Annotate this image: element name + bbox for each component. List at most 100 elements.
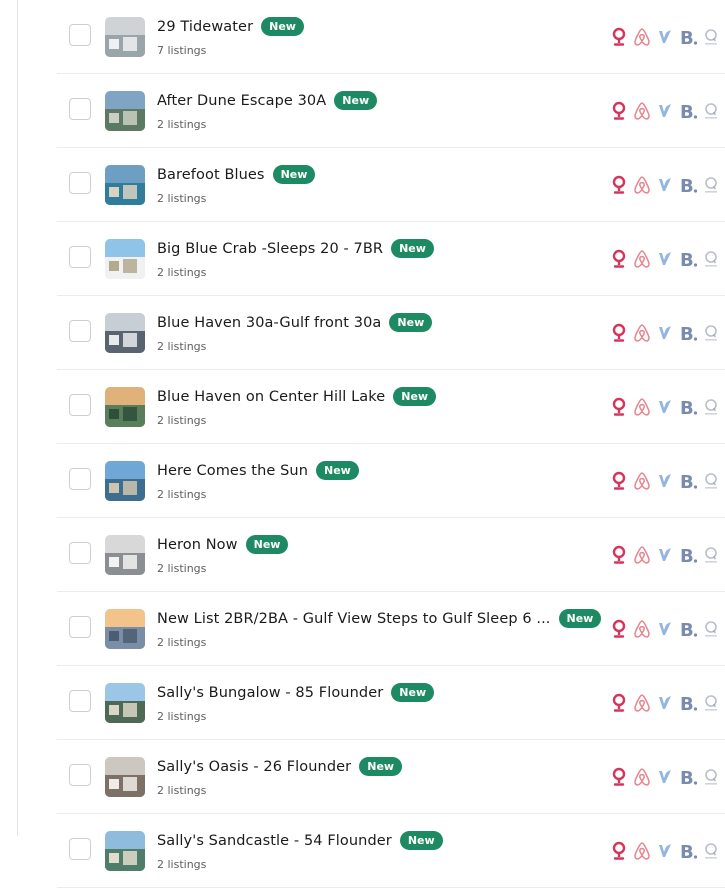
row-checkbox[interactable] xyxy=(69,246,91,268)
row-checkbox[interactable] xyxy=(69,24,91,46)
vrbo-icon xyxy=(654,470,676,492)
property-title[interactable]: Blue Haven on Center Hill Lake xyxy=(157,389,385,405)
search-channel-icon xyxy=(700,766,722,788)
airbnb-icon xyxy=(631,618,653,640)
location-pin-icon xyxy=(608,396,630,418)
new-badge: New xyxy=(391,683,435,702)
location-pin-icon xyxy=(608,248,630,270)
channel-icons: B xyxy=(608,174,723,196)
search-channel-icon xyxy=(700,100,722,122)
airbnb-icon xyxy=(631,100,653,122)
vrbo-icon xyxy=(654,248,676,270)
booking-icon: B xyxy=(677,26,699,48)
channel-icons: B xyxy=(608,470,723,492)
property-title[interactable]: Heron Now xyxy=(157,537,238,553)
vrbo-icon xyxy=(654,766,676,788)
booking-icon: B xyxy=(677,322,699,344)
vrbo-icon xyxy=(654,100,676,122)
list-item[interactable]: After Dune Escape 30A New 2 listings B xyxy=(57,74,725,148)
list-item[interactable]: Heron Now New 2 listings B xyxy=(57,518,725,592)
new-badge: New xyxy=(359,757,403,776)
booking-icon: B xyxy=(677,248,699,270)
channel-icons: B xyxy=(608,618,723,640)
booking-icon: B xyxy=(677,470,699,492)
property-title[interactable]: Sally's Sandcastle - 54 Flounder xyxy=(157,833,392,849)
property-thumbnail xyxy=(105,757,145,797)
vrbo-icon xyxy=(654,174,676,196)
row-checkbox[interactable] xyxy=(69,98,91,120)
row-checkbox[interactable] xyxy=(69,468,91,490)
list-item[interactable]: 29 Tidewater New 7 listings B xyxy=(57,0,725,74)
row-checkbox[interactable] xyxy=(69,542,91,564)
list-item[interactable]: Big Blue Crab -Sleeps 20 - 7BR New 2 listi… xyxy=(57,222,725,296)
airbnb-icon xyxy=(631,470,653,492)
list-item[interactable]: New List 2BR/2BA - Gulf View Steps to Gu… xyxy=(57,592,725,666)
airbnb-icon xyxy=(631,840,653,862)
row-checkbox[interactable] xyxy=(69,394,91,416)
property-list: 29 Tidewater New 7 listings B After Dune Es… xyxy=(57,0,725,888)
new-badge: New xyxy=(393,387,437,406)
row-checkbox[interactable] xyxy=(69,764,91,786)
property-title[interactable]: 29 Tidewater xyxy=(157,19,253,35)
property-title[interactable]: Barefoot Blues xyxy=(157,167,265,183)
property-thumbnail xyxy=(105,91,145,131)
listing-count: 2 listings xyxy=(157,858,207,871)
airbnb-icon xyxy=(631,174,653,196)
list-item[interactable]: Blue Haven on Center Hill Lake New 2 listi… xyxy=(57,370,725,444)
listing-count: 2 listings xyxy=(157,414,207,427)
booking-icon: B xyxy=(677,618,699,640)
search-channel-icon xyxy=(700,26,722,48)
title-line: Sally's Oasis - 26 Flounder New xyxy=(157,757,403,776)
row-checkbox[interactable] xyxy=(69,616,91,638)
channel-icons: B xyxy=(608,544,723,566)
vrbo-icon xyxy=(654,544,676,566)
search-channel-icon xyxy=(700,692,722,714)
location-pin-icon xyxy=(608,766,630,788)
listing-count: 2 listings xyxy=(157,192,207,205)
property-thumbnail xyxy=(105,313,145,353)
property-thumbnail xyxy=(105,17,145,57)
channel-icons: B xyxy=(608,692,723,714)
location-pin-icon xyxy=(608,322,630,344)
search-channel-icon xyxy=(700,322,722,344)
list-item[interactable]: Here Comes the Sun New 2 listings B xyxy=(57,444,725,518)
search-channel-icon xyxy=(700,544,722,566)
listing-count: 2 listings xyxy=(157,488,207,501)
svg-text:B: B xyxy=(680,620,694,640)
list-item[interactable]: Sally's Oasis - 26 Flounder New 2 listings… xyxy=(57,740,725,814)
location-pin-icon xyxy=(608,26,630,48)
channel-icons: B xyxy=(608,100,723,122)
svg-text:B: B xyxy=(680,176,694,196)
property-thumbnail xyxy=(105,387,145,427)
svg-text:B: B xyxy=(680,546,694,566)
list-item[interactable]: Sally's Bungalow - 85 Flounder New 2 listi… xyxy=(57,666,725,740)
list-item[interactable]: Sally's Sandcastle - 54 Flounder New 2 lis… xyxy=(57,814,725,888)
vrbo-icon xyxy=(654,322,676,344)
row-checkbox[interactable] xyxy=(69,320,91,342)
svg-text:B: B xyxy=(680,694,694,714)
new-badge: New xyxy=(272,165,316,184)
booking-icon: B xyxy=(677,544,699,566)
property-title[interactable]: Sally's Oasis - 26 Flounder xyxy=(157,759,351,775)
property-title[interactable]: Big Blue Crab -Sleeps 20 - 7BR xyxy=(157,241,383,257)
property-title[interactable]: After Dune Escape 30A xyxy=(157,93,326,109)
property-title[interactable]: Sally's Bungalow - 85 Flounder xyxy=(157,685,383,701)
airbnb-icon xyxy=(631,248,653,270)
property-title[interactable]: Here Comes the Sun xyxy=(157,463,308,479)
row-checkbox[interactable] xyxy=(69,838,91,860)
new-badge: New xyxy=(399,831,443,850)
row-checkbox[interactable] xyxy=(69,690,91,712)
search-channel-icon xyxy=(700,174,722,196)
booking-icon: B xyxy=(677,100,699,122)
property-title[interactable]: New List 2BR/2BA - Gulf View Steps to Gu… xyxy=(157,611,551,627)
location-pin-icon xyxy=(608,692,630,714)
list-item[interactable]: Blue Haven 30a-Gulf front 30a New 2 listin… xyxy=(57,296,725,370)
title-line: New List 2BR/2BA - Gulf View Steps to Gu… xyxy=(157,609,602,628)
row-checkbox[interactable] xyxy=(69,172,91,194)
booking-icon: B xyxy=(677,692,699,714)
list-item[interactable]: Barefoot Blues New 2 listings B xyxy=(57,148,725,222)
vrbo-icon xyxy=(654,692,676,714)
property-title[interactable]: Blue Haven 30a-Gulf front 30a xyxy=(157,315,381,331)
listing-count: 2 listings xyxy=(157,784,207,797)
title-line: Here Comes the Sun New xyxy=(157,461,359,480)
